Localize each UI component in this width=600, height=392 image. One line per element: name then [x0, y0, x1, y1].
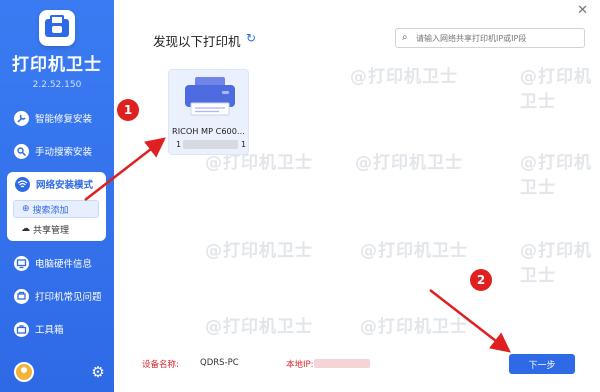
watermark: @打印机卫士 — [205, 317, 313, 337]
sidebar-item-label: 智能修复安装 — [35, 114, 93, 125]
watermark: @打印机卫士 — [355, 153, 463, 173]
sidebar-subitem-label: 搜索添加 — [32, 205, 69, 216]
step-badge-1: 1 — [117, 99, 139, 121]
toolbox-icon — [14, 321, 29, 337]
app-logo-icon — [39, 10, 75, 46]
sidebar-item-hardware-info[interactable]: 电脑硬件信息 — [0, 248, 114, 278]
sidebar-item-label: 网络安装模式 — [36, 180, 94, 191]
sidebar-item-label: 工具箱 — [35, 325, 64, 336]
sidebar-subitem-search-add[interactable]: ⊕ 搜索添加 — [13, 200, 99, 218]
local-ip-redacted — [314, 359, 370, 368]
printer-ip-prefix: 1 — [176, 140, 182, 149]
sidebar-item-smart-repair[interactable]: 智能修复安装 — [0, 103, 114, 133]
search-icon: ⌕ — [402, 32, 408, 43]
watermark: @打印机卫士 — [350, 67, 458, 87]
annotation-arrow-2 — [429, 289, 511, 353]
hardware-icon — [14, 255, 29, 271]
sidebar-subitem-label: 共享管理 — [33, 225, 70, 236]
watermark: @打印机卫士 — [520, 153, 592, 198]
printer-card[interactable]: RICOH MP C600... 1 1 — [168, 69, 249, 155]
watermark: @打印机卫士 — [360, 317, 468, 337]
device-name-value: QDRS-PC — [200, 358, 239, 368]
sidebar-item-manual-search[interactable]: 手动搜索安装 — [0, 136, 114, 166]
search-icon: ⊕ — [22, 204, 30, 214]
app-version: 2.2.52.150 — [32, 80, 82, 90]
sidebar-group-network-install: 网络安装模式 ⊕ 搜索添加 ☁ 共享管理 — [7, 172, 106, 241]
device-name-label: 设备名称: — [142, 360, 179, 370]
sidebar-item-label: 手动搜索安装 — [35, 147, 93, 158]
next-button[interactable]: 下一步 — [509, 354, 575, 374]
sidebar-item-network-install[interactable]: 网络安装模式 — [7, 172, 106, 196]
sidebar-item-toolbox[interactable]: 工具箱 — [0, 314, 114, 344]
sidebar-subitem-share-manage[interactable]: ☁ 共享管理 — [13, 220, 99, 238]
watermark: @打印机卫士 — [520, 241, 592, 286]
close-icon[interactable]: ✕ — [577, 3, 588, 18]
search-input[interactable] — [416, 31, 582, 46]
local-ip-label: 本地IP: — [286, 360, 314, 370]
page-title: 发现以下打印机 — [153, 34, 241, 49]
watermark: @打印机卫士 — [360, 241, 468, 261]
step-badge-2: 2 — [470, 269, 492, 291]
search-box: ⌕ — [395, 28, 585, 48]
watermark: @打印机卫士 — [205, 241, 313, 261]
printer-ip-redacted — [183, 140, 238, 149]
gear-icon[interactable]: ⚙ — [90, 364, 106, 380]
cloud-icon: ☁ — [21, 224, 30, 234]
printer-icon — [185, 77, 235, 116]
refresh-icon[interactable]: ↻ — [246, 31, 256, 45]
sidebar-item-label: 电脑硬件信息 — [35, 259, 93, 270]
sidebar: 打印机卫士 2.2.52.150 智能修复安装 手动搜索安装 网络安装模式 ⊕ … — [0, 0, 114, 392]
watermark: @打印机卫士 — [520, 67, 592, 112]
user-avatar[interactable] — [14, 362, 34, 382]
sidebar-item-label: 打印机常见问题 — [35, 292, 102, 303]
app-name: 打印机卫士 — [12, 55, 102, 75]
network-icon — [15, 176, 30, 192]
printer-name: RICOH MP C600... — [172, 126, 245, 136]
sidebar-item-faq[interactable]: 打印机常见问题 — [0, 281, 114, 311]
manual-search-icon — [14, 143, 29, 159]
faq-icon — [14, 288, 29, 304]
printer-ip-suffix: 1 — [241, 140, 247, 149]
repair-icon — [14, 110, 29, 126]
